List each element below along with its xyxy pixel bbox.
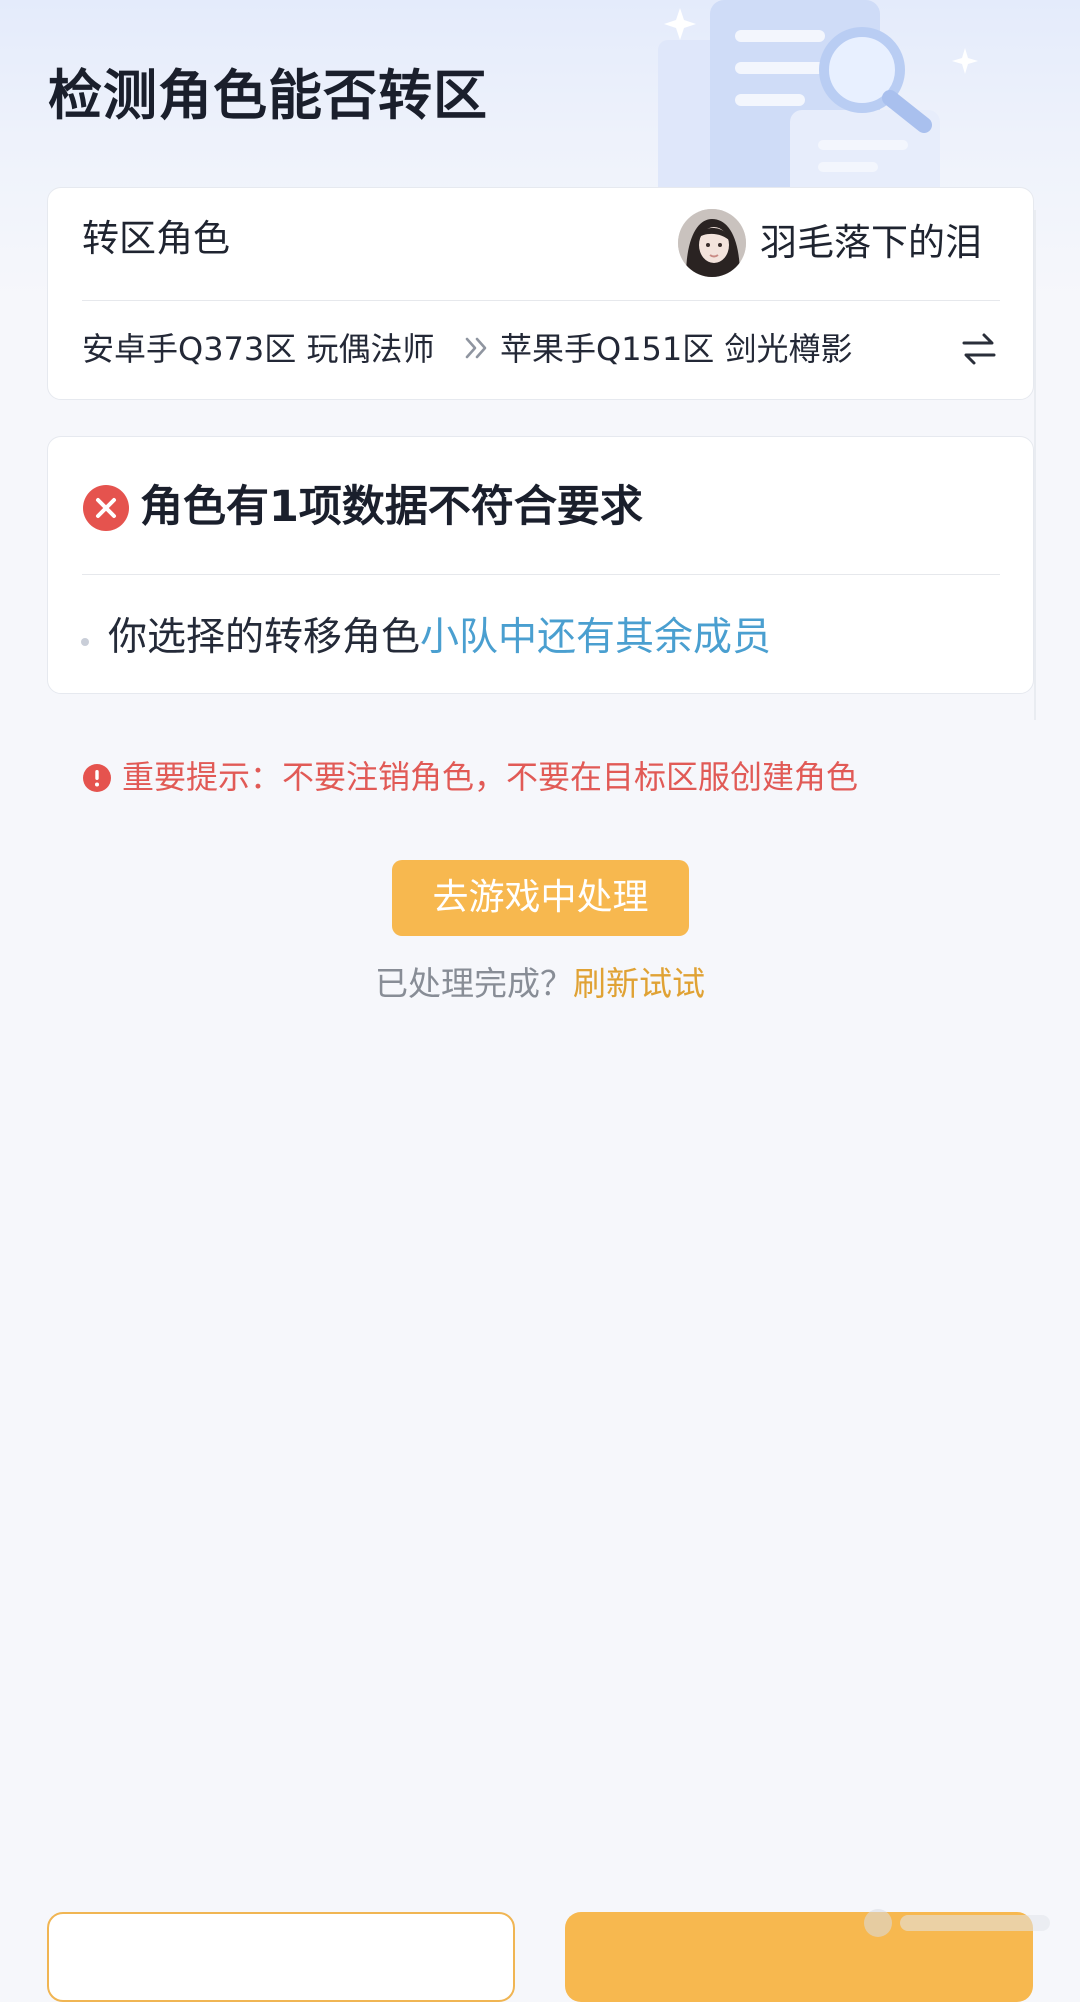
issue-highlight-link[interactable]: 小队中还有其余成员: [420, 615, 771, 660]
issue-text: 你选择的转移角色: [108, 615, 421, 660]
watermark: [864, 1909, 1050, 1937]
alert-circle-icon: [83, 764, 111, 792]
list-item: 你选择的转移角色小队中还有其余成员: [108, 610, 771, 666]
handle-in-game-button[interactable]: 去游戏中处理: [392, 860, 689, 936]
refresh-question: 已处理完成？: [375, 964, 573, 1003]
error-circle-icon: [83, 485, 129, 531]
double-chevron-right-icon: [465, 337, 487, 359]
refresh-link[interactable]: 刷新试试: [573, 964, 705, 1003]
card-divider: [82, 574, 1000, 575]
important-notice: 重要提示：不要注销角色，不要在目标区服创建角色: [122, 758, 859, 796]
source-server: 安卓手Q373区 玩偶法师: [82, 330, 435, 368]
character-name: 羽毛落下的泪: [760, 221, 982, 264]
check-status-title: 角色有1项数据不符合要求: [140, 482, 643, 532]
swap-arrows-icon[interactable]: [960, 330, 998, 368]
target-server: 苹果手Q151区 剑光樽影: [500, 330, 853, 368]
transfer-role-label: 转区角色: [82, 217, 230, 260]
document-search-illustration: [658, 0, 978, 190]
avatar: [678, 209, 746, 277]
list-bullet: [81, 638, 89, 646]
bottom-secondary-button[interactable]: [47, 1912, 515, 2002]
card-divider: [82, 300, 1000, 301]
avatar-icon: [678, 209, 746, 277]
scroll-edge: [1034, 210, 1036, 720]
refresh-row: 已处理完成？刷新试试: [0, 960, 1080, 1008]
page-title: 检测角色能否转区: [48, 64, 488, 127]
